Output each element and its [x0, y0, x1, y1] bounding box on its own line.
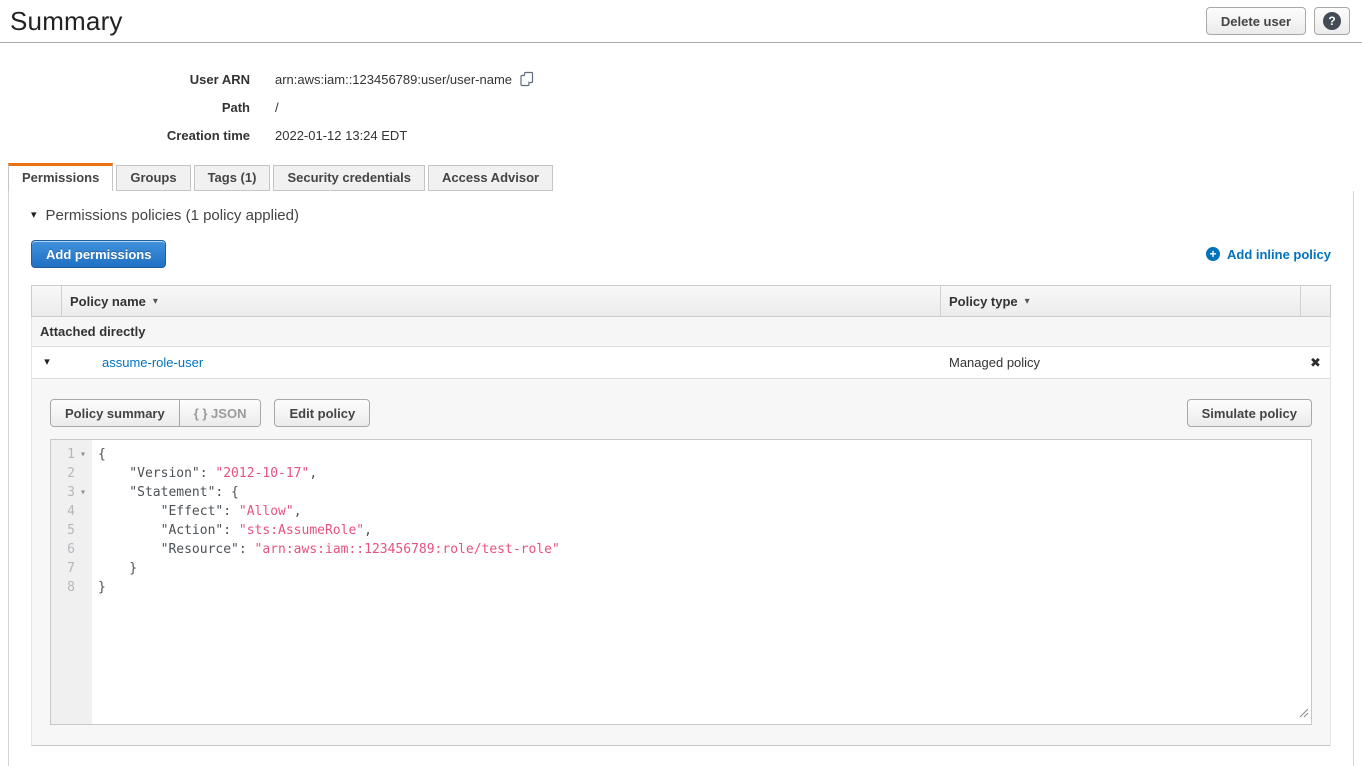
policy-detail-expanded-area: Policy summary { } JSON Edit policy Simu…	[32, 379, 1330, 746]
detach-policy-x-icon[interactable]: ✖	[1301, 355, 1330, 371]
code-line: "Version": "2012-10-17",	[98, 464, 1311, 483]
user-arn-value: arn:aws:iam::123456789:user/user-name	[275, 72, 512, 87]
tab-bar: Permissions Groups Tags (1) Security cre…	[8, 163, 1362, 191]
code-fold-icon[interactable]: ▾	[75, 445, 91, 464]
code-line: "Effect": "Allow",	[98, 502, 1311, 521]
delete-user-button[interactable]: Delete user	[1206, 7, 1306, 35]
sort-caret-icon: ▾	[153, 296, 158, 307]
add-inline-policy-label: Add inline policy	[1227, 247, 1331, 262]
plus-circle-icon: +	[1206, 247, 1220, 261]
line-number: 3	[51, 483, 75, 502]
user-details: User ARN arn:aws:iam::123456789:user/use…	[0, 65, 1362, 149]
action-column-header	[1301, 286, 1330, 316]
header-actions: Delete user ?	[1206, 7, 1350, 35]
line-number: 5	[51, 521, 75, 540]
add-permissions-button[interactable]: Add permissions	[31, 240, 166, 268]
table-header-row: Policy name ▾ Policy type ▾	[31, 285, 1331, 317]
permissions-tab-panel: ▾ Permissions policies (1 policy applied…	[8, 191, 1354, 766]
path-label: Path	[0, 100, 250, 115]
line-number: 6	[51, 540, 75, 559]
permissions-policies-section-toggle[interactable]: ▾ Permissions policies (1 policy applied…	[9, 191, 1353, 224]
page-header: Summary Delete user ?	[0, 0, 1362, 43]
chevron-down-icon: ▾	[31, 210, 37, 221]
code-line: "Resource": "arn:aws:iam::123456789:role…	[98, 540, 1311, 559]
tab-security-credentials[interactable]: Security credentials	[273, 165, 425, 191]
code-line: "Action": "sts:AssumeRole",	[98, 521, 1311, 540]
code-line: {	[98, 445, 1311, 464]
line-number: 1	[51, 445, 75, 464]
question-mark-icon: ?	[1323, 12, 1341, 30]
policy-type-cell: Managed policy	[941, 355, 1301, 370]
help-button[interactable]: ?	[1314, 7, 1350, 35]
code-line: "Statement": {	[98, 483, 1311, 502]
code-fold-icon[interactable]: ▾	[75, 483, 91, 502]
policy-name-link[interactable]: assume-role-user	[102, 355, 203, 370]
detail-row-creation-time: Creation time 2022-01-12 13:24 EDT	[0, 121, 1362, 149]
creation-time-value: 2022-01-12 13:24 EDT	[250, 128, 407, 143]
json-policy-editor[interactable]: 1▾ 2 3▾ 4 5 6 7 8 { "Version": "2012-10-…	[50, 439, 1312, 725]
detail-row-user-arn: User ARN arn:aws:iam::123456789:user/use…	[0, 65, 1362, 93]
user-arn-label: User ARN	[0, 72, 250, 87]
add-inline-policy-link[interactable]: + Add inline policy	[1206, 247, 1331, 262]
editor-code-area[interactable]: { "Version": "2012-10-17", "Statement": …	[92, 440, 1311, 724]
json-view-button[interactable]: { } JSON	[179, 400, 261, 426]
table-row-assume-role-user: ▾ assume-role-user Managed policy ✖	[32, 347, 1330, 379]
sort-caret-icon: ▾	[1025, 296, 1030, 307]
line-number: 8	[51, 578, 75, 597]
tab-permissions[interactable]: Permissions	[8, 163, 113, 191]
path-value: /	[250, 100, 279, 115]
expand-column-header	[32, 286, 62, 316]
policy-actions-row: Add permissions + Add inline policy	[31, 240, 1331, 268]
section-title: Permissions policies (1 policy applied)	[46, 207, 299, 224]
policy-view-toggle: Policy summary { } JSON	[50, 399, 261, 427]
tab-access-advisor[interactable]: Access Advisor	[428, 165, 553, 191]
row-expand-caret[interactable]: ▾	[32, 357, 62, 368]
editor-line-number-gutter: 1▾ 2 3▾ 4 5 6 7 8	[51, 440, 92, 724]
policy-name-column-header[interactable]: Policy name ▾	[62, 286, 941, 316]
copy-icon[interactable]	[519, 71, 535, 90]
policy-detail-buttons: Policy summary { } JSON Edit policy Simu…	[50, 399, 1312, 427]
line-number: 2	[51, 464, 75, 483]
creation-time-label: Creation time	[0, 128, 250, 143]
editor-resize-handle[interactable]	[1298, 707, 1309, 722]
detail-row-path: Path /	[0, 93, 1362, 121]
group-header-attached-directly: Attached directly	[32, 317, 1330, 347]
edit-policy-button[interactable]: Edit policy	[274, 399, 370, 427]
tab-groups[interactable]: Groups	[116, 165, 190, 191]
code-line: }	[98, 578, 1311, 597]
page-title: Summary	[10, 6, 123, 37]
policy-type-column-header[interactable]: Policy type ▾	[941, 286, 1301, 316]
policy-summary-button[interactable]: Policy summary	[51, 400, 179, 426]
attached-policies-table: Policy name ▾ Policy type ▾ Attached dir…	[31, 285, 1331, 746]
line-number: 4	[51, 502, 75, 521]
tab-tags[interactable]: Tags (1)	[194, 165, 271, 191]
code-line: }	[98, 559, 1311, 578]
simulate-policy-button[interactable]: Simulate policy	[1187, 399, 1312, 427]
line-number: 7	[51, 559, 75, 578]
